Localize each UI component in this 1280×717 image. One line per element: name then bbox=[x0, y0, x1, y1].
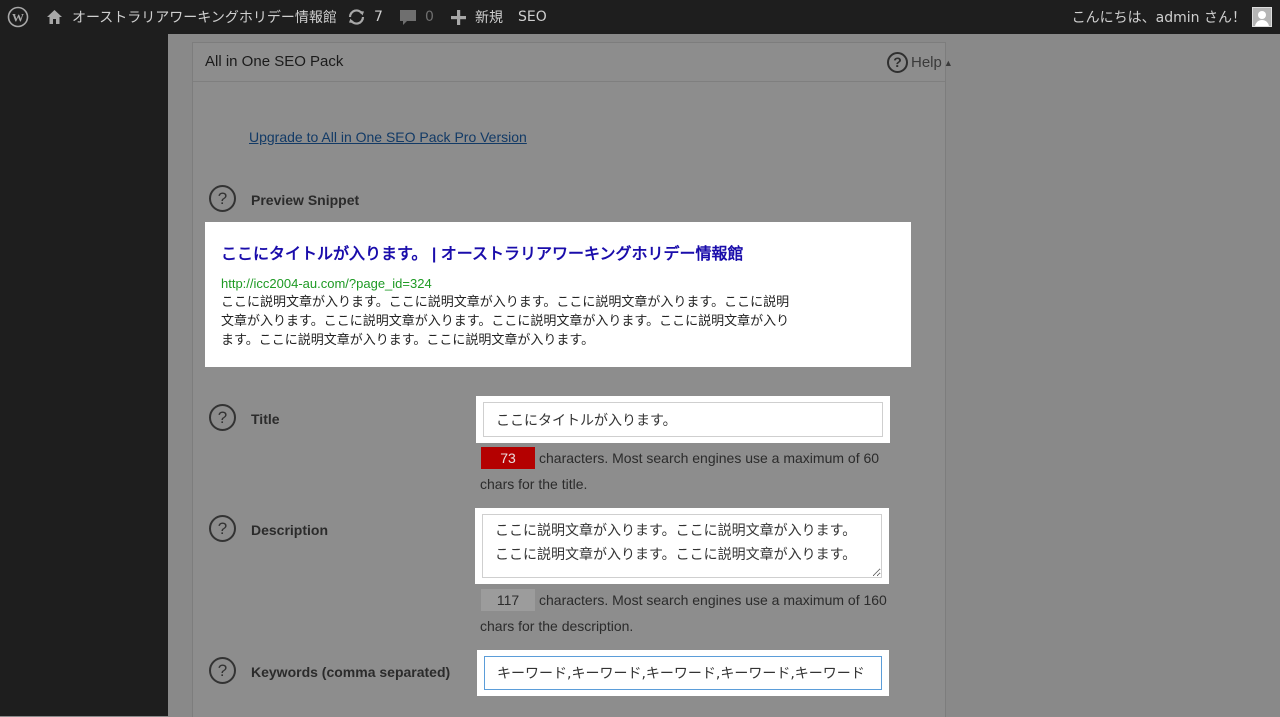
help-icon[interactable]: ? bbox=[209, 515, 236, 542]
snippet-description: ここに説明文章が入ります。ここに説明文章が入ります。ここに説明文章が入ります。こ… bbox=[221, 294, 790, 347]
title-hint: characters. Most search engines use a ma… bbox=[480, 450, 880, 492]
wordpress-logo-link[interactable]: W bbox=[7, 0, 29, 34]
description-field-box: ここに説明文章が入ります。ここに説明文章が入ります。ここに説明文章が入ります。こ… bbox=[475, 508, 889, 584]
account-menu[interactable]: こんにちは、admin さん！ bbox=[1072, 0, 1272, 34]
home-icon bbox=[47, 10, 62, 24]
wordpress-icon: W bbox=[7, 6, 29, 28]
updates-link[interactable]: 7 bbox=[347, 0, 383, 34]
help-label: Help bbox=[911, 54, 942, 71]
snippet-url: http://icc2004-au.com/?page_id=324 bbox=[221, 276, 432, 291]
site-name-link[interactable]: オーストラリアワーキングホリデー情報館 bbox=[46, 0, 337, 34]
admin-sidebar bbox=[0, 34, 168, 716]
svg-text:W: W bbox=[12, 11, 24, 25]
comments-link[interactable]: 0 bbox=[399, 0, 434, 34]
seo-menu-link[interactable]: SEO bbox=[518, 0, 547, 34]
help-icon: ? bbox=[887, 52, 908, 73]
comments-count: 0 bbox=[425, 9, 434, 25]
panel-title: All in One SEO Pack bbox=[205, 53, 344, 70]
snippet-title: ここにタイトルが入ります。 | オーストラリアワーキングホリデー情報館 bbox=[221, 246, 744, 263]
keywords-field-box bbox=[477, 650, 889, 696]
greeting: こんにちは、admin さん！ bbox=[1071, 10, 1246, 26]
admin-bar: W オーストラリアワーキングホリデー情報館 7 0 新規 SEO こんにちは、a… bbox=[0, 0, 1280, 34]
updates-icon bbox=[348, 9, 365, 25]
plus-icon bbox=[451, 9, 466, 25]
seo-label: SEO bbox=[518, 9, 547, 25]
title-field-box bbox=[476, 396, 890, 443]
caret-up-icon: ▲ bbox=[943, 57, 953, 68]
updates-count: 7 bbox=[374, 9, 383, 25]
keywords-label: Keywords (comma separated) bbox=[251, 664, 451, 680]
help-icon[interactable]: ? bbox=[209, 185, 236, 212]
description-label: Description bbox=[251, 522, 329, 538]
panel-header: All in One SEO Pack ? Help ▲ bbox=[193, 43, 953, 82]
help-icon[interactable]: ? bbox=[209, 404, 236, 431]
description-textarea[interactable]: ここに説明文章が入ります。ここに説明文章が入ります。ここに説明文章が入ります。こ… bbox=[482, 514, 882, 578]
keywords-input[interactable] bbox=[484, 656, 882, 690]
preview-snippet: ここにタイトルが入ります。 | オーストラリアワーキングホリデー情報館 http… bbox=[205, 222, 911, 367]
avatar-icon bbox=[1252, 7, 1272, 27]
help-toggle[interactable]: ? Help ▲ bbox=[887, 52, 953, 73]
preview-snippet-label: Preview Snippet bbox=[251, 192, 360, 208]
description-hint: characters. Most search engines use a ma… bbox=[480, 592, 887, 634]
new-content-link[interactable]: 新規 bbox=[451, 0, 503, 34]
upgrade-link[interactable]: Upgrade to All in One SEO Pack Pro Versi… bbox=[249, 129, 527, 145]
site-name: オーストラリアワーキングホリデー情報館 bbox=[72, 10, 337, 26]
title-input[interactable] bbox=[483, 402, 883, 437]
comments-icon bbox=[400, 9, 416, 25]
help-icon[interactable]: ? bbox=[209, 657, 236, 684]
new-label: 新規 bbox=[475, 10, 503, 26]
title-label: Title bbox=[251, 411, 280, 427]
